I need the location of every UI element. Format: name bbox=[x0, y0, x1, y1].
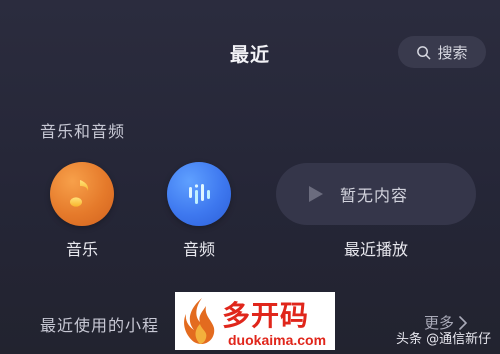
music-button[interactable] bbox=[50, 162, 114, 226]
music-label: 音乐 bbox=[65, 240, 98, 259]
empty-content-text: 暂无内容 bbox=[340, 186, 409, 205]
audio-label: 音频 bbox=[182, 240, 215, 259]
recent-mini-programs-title: 最近使用的小程 bbox=[40, 316, 160, 335]
source-tag: 头条 @通信新仔 bbox=[396, 332, 492, 347]
section-title: 音乐和音频 bbox=[40, 122, 126, 141]
recent-play-label: 最近播放 bbox=[343, 240, 408, 259]
flame-logo-icon bbox=[184, 298, 215, 345]
music-note-icon bbox=[70, 178, 89, 207]
recent-play-card[interactable]: 暂无内容 bbox=[276, 163, 476, 225]
audio-button[interactable] bbox=[167, 162, 231, 226]
search-label: 搜索 bbox=[437, 43, 468, 62]
search-icon bbox=[417, 45, 431, 59]
watermark-domain: duokaima.com bbox=[228, 332, 327, 348]
search-button[interactable]: 搜索 bbox=[398, 36, 486, 68]
play-icon bbox=[309, 186, 323, 202]
watermark-logo-text: 多开码 bbox=[222, 299, 310, 332]
audio-waveform-icon bbox=[189, 184, 210, 204]
